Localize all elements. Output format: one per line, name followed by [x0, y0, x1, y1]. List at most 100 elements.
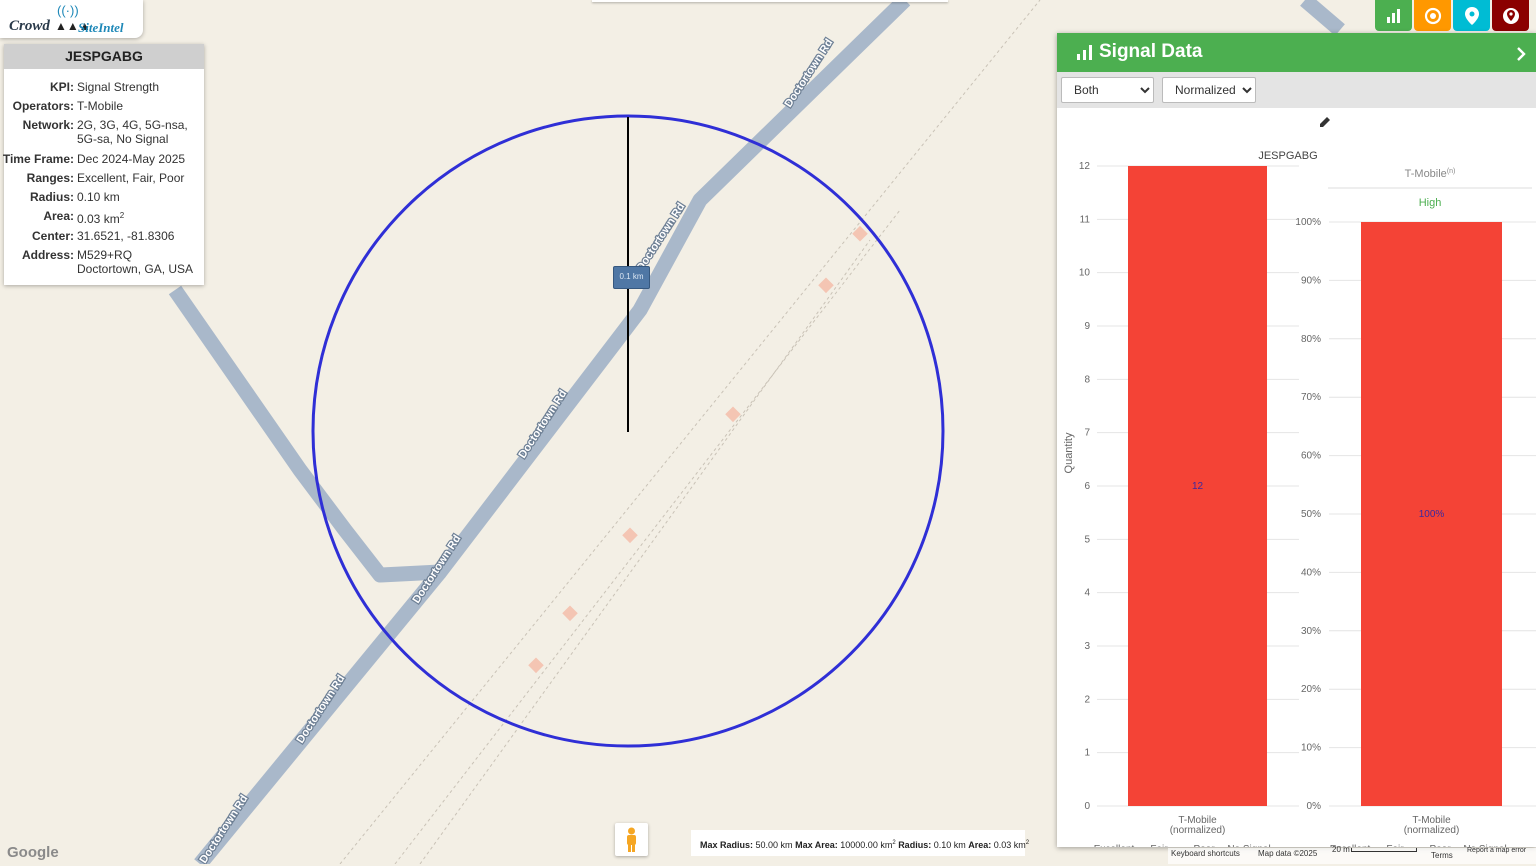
panel-toolbar: Both Normalized: [1057, 72, 1536, 108]
bar-chart-icon: [1386, 8, 1400, 23]
chart-title: T-Mobile(n): [1405, 168, 1456, 180]
y-tick-label: 0%: [1307, 801, 1322, 812]
info-value: M529+RQ Doctortown, GA, USA: [77, 248, 194, 276]
info-key: Address:: [21, 248, 74, 262]
info-value: 0.10 km: [77, 190, 120, 204]
info-value: Dec 2024-May 2025: [77, 152, 186, 166]
info-area-sup: 2: [119, 211, 125, 220]
radius-value: 0.10 km: [933, 840, 966, 850]
chart-title-sup: (n): [1447, 168, 1456, 175]
signal-marker[interactable]: [528, 657, 544, 674]
chart-subtitle: High: [1419, 197, 1442, 209]
y-tick-label: 90%: [1301, 275, 1321, 286]
info-key: Operators:: [12, 99, 74, 113]
road-label: Doctortown Rd: [294, 673, 347, 746]
y-tick-label: 12: [1079, 161, 1091, 172]
y-tick-label: 6: [1084, 481, 1090, 492]
area-value: 0.03 km: [993, 840, 1026, 850]
scale-text[interactable]: 20 m: [1332, 844, 1350, 860]
bar-data-label: 100%: [1419, 509, 1445, 520]
road-north-east: [1300, 0, 1345, 36]
chart-quantity: JESPGABGQuantity012345678910111212T-Mobi…: [1063, 150, 1318, 847]
y-tick-label: 0: [1084, 801, 1090, 812]
y-tick-label: 8: [1084, 374, 1090, 385]
logo-text-crowd: Crowd: [9, 18, 50, 34]
site-id-title: JESPGABG: [4, 44, 204, 69]
info-value: 2G, 3G, 4G, 5G-nsa, 5G-sa, No Signal: [77, 118, 188, 146]
y-tick-label: 1: [1084, 748, 1090, 759]
google-logo[interactable]: Google: [7, 844, 59, 861]
info-value: T-Mobile: [77, 99, 124, 113]
panel-title: Signal Data: [1099, 41, 1203, 62]
location-pin-button[interactable]: [1453, 0, 1490, 31]
app-logo[interactable]: ((·)) Crowd ▲▲▲ SiteIntel: [0, 0, 143, 38]
legend-label: Fair: [1150, 844, 1168, 847]
bar-data-label: 12: [1192, 481, 1204, 492]
max-area-label: Max Area:: [795, 840, 838, 850]
category-label: (normalized): [1404, 825, 1460, 836]
operator-mode-select[interactable]: Both: [1061, 77, 1154, 103]
y-tick-label: 3: [1084, 641, 1090, 652]
legend-label: No Signal: [1227, 844, 1270, 847]
signal-marker[interactable]: [818, 277, 834, 294]
y-tick-label: 70%: [1301, 392, 1321, 403]
info-key: Radius:: [29, 190, 74, 204]
y-tick-label: 40%: [1301, 567, 1321, 578]
globe-location-button[interactable]: [1492, 0, 1529, 31]
globe-pin-icon: [1502, 7, 1519, 24]
y-tick-label: 5: [1084, 534, 1090, 545]
legend-label: Poor: [1193, 844, 1215, 847]
target-icon: [1424, 7, 1441, 24]
y-tick-label: 7: [1084, 428, 1090, 439]
chart-normalized: T-Mobile(n) High 0% 10% 20% 30% 40% 50% 60% 70% 80…: [1295, 168, 1536, 847]
y-tick-label: 11: [1080, 214, 1091, 225]
chevron-right-icon[interactable]: [1517, 47, 1526, 61]
edit-pencil-icon[interactable]: [1319, 116, 1331, 128]
road-label: Doctortown Rd: [197, 793, 250, 864]
radius-tool-button[interactable]: [1414, 0, 1451, 31]
max-area-sup: 2: [892, 840, 896, 846]
area-label: Area:: [968, 840, 992, 850]
y-axis-label: Quantity: [1063, 432, 1075, 473]
info-area-value: 0.03 km: [77, 212, 120, 226]
legend-label: Fair: [1386, 844, 1404, 847]
chart-title: JESPGABG: [1258, 150, 1317, 162]
street-view-pegman[interactable]: [615, 823, 648, 856]
radius-status-bar: Max Radius: 50.00 km Max Area: 10000.00 …: [691, 830, 1029, 856]
info-key: Time Frame:: [2, 152, 74, 166]
y-tick-label: 60%: [1301, 451, 1321, 462]
scale-bar: [1351, 848, 1417, 852]
y-tick-label: 4: [1084, 588, 1090, 599]
area-sup: 2: [1025, 840, 1030, 846]
y-tick-label: 30%: [1301, 626, 1321, 637]
max-radius-value: 50.00 km: [755, 840, 793, 850]
signal-marker[interactable]: [725, 406, 741, 423]
radius-label: Radius:: [898, 840, 932, 850]
info-value: Signal Strength: [77, 80, 160, 94]
y-tick-label: 10%: [1301, 743, 1321, 754]
scale-select[interactable]: Normalized: [1162, 77, 1256, 103]
keyboard-shortcuts-link[interactable]: Keyboard shortcuts: [1171, 848, 1240, 864]
max-radius-label: Max Radius:: [700, 840, 754, 850]
antenna-icon: ((·)): [57, 3, 79, 18]
report-error-link[interactable]: Report a map error: [1467, 845, 1526, 861]
map-data-text: Map data ©2025: [1258, 849, 1318, 858]
signal-marker[interactable]: [622, 527, 638, 544]
info-key: Center:: [31, 229, 74, 243]
info-value: Excellent, Fair, Poor: [77, 171, 185, 185]
pegman-icon: [627, 827, 636, 852]
y-tick-label: 100%: [1295, 217, 1321, 228]
signal-marker[interactable]: [562, 605, 578, 622]
site-info-card: JESPGABG KPI: Signal Strength Operators: T…: [2, 44, 204, 285]
category-label: (normalized): [1170, 825, 1226, 836]
chart-toggle-button[interactable]: [1375, 0, 1412, 31]
search-bar-edge[interactable]: [592, 0, 948, 2]
railway-line: [419, 239, 871, 864]
info-key: KPI:: [50, 80, 74, 94]
info-value: 0.03 km2: [77, 209, 199, 226]
chart-title-text: T-Mobile: [1405, 168, 1447, 180]
y-tick-label: 9: [1084, 321, 1090, 332]
info-key: Ranges:: [26, 171, 74, 185]
railway-line: [339, 0, 1041, 864]
legend-label: Excellent: [1094, 844, 1135, 847]
